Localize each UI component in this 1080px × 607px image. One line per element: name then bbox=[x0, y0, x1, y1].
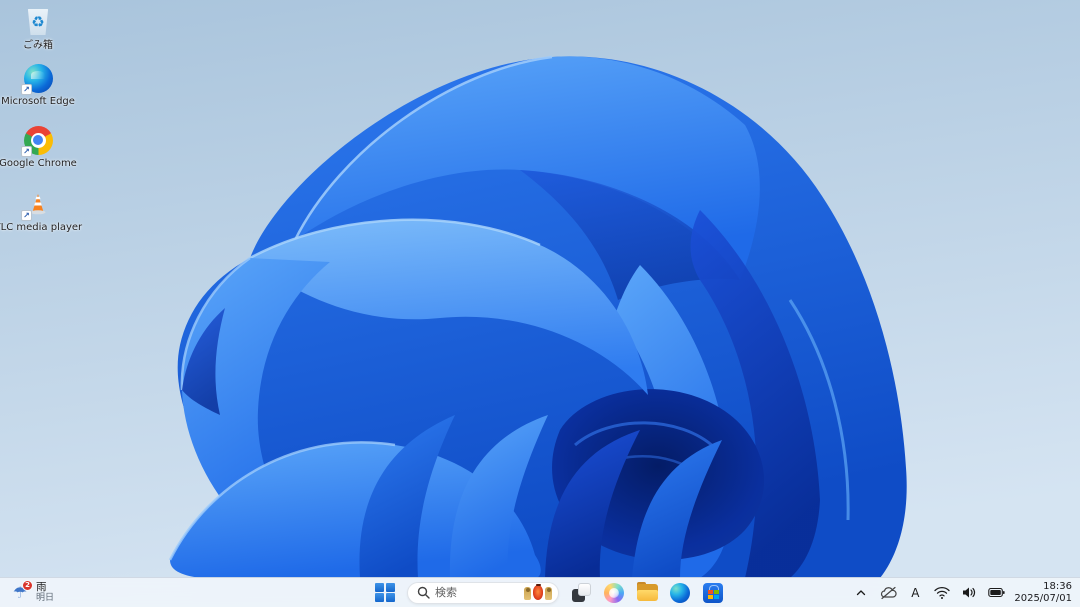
desktop-icon-vlc[interactable]: ↗ VLC media player bbox=[0, 188, 82, 233]
desktop-icon-label: VLC media player bbox=[0, 222, 83, 233]
search-input[interactable] bbox=[435, 586, 509, 599]
search-highlights-image[interactable] bbox=[524, 584, 552, 600]
desktop-icon-label: Google Chrome bbox=[0, 158, 77, 169]
chrome-icon: ↗ bbox=[21, 124, 54, 157]
weather-day: 明日 bbox=[36, 593, 55, 603]
hidden-icons-chevron[interactable] bbox=[852, 584, 870, 602]
ime-mode-letter: A bbox=[911, 585, 920, 600]
file-explorer-button[interactable] bbox=[636, 582, 658, 604]
shortcut-arrow-icon: ↗ bbox=[21, 210, 32, 221]
search-box[interactable] bbox=[407, 581, 559, 604]
volume-status[interactable] bbox=[960, 584, 978, 602]
microsoft-store-button[interactable] bbox=[702, 582, 724, 604]
clock[interactable]: 18:36 2025/07/01 bbox=[1014, 581, 1076, 604]
folder-icon bbox=[636, 582, 658, 601]
weather-badge: 2 bbox=[22, 579, 33, 591]
desktop-icon-chrome[interactable]: ↗ Google Chrome bbox=[0, 124, 77, 169]
vlc-icon: ↗ bbox=[21, 188, 54, 221]
search-icon bbox=[417, 586, 430, 599]
edge-taskbar-button[interactable] bbox=[669, 582, 691, 604]
weather-condition: 雨 bbox=[36, 581, 47, 593]
edge-icon bbox=[670, 582, 690, 603]
clock-time: 18:36 bbox=[1043, 581, 1072, 592]
speaker-icon bbox=[962, 587, 975, 598]
shortcut-arrow-icon: ↗ bbox=[21, 84, 32, 95]
taskbar: ☂ 2 雨 明日 検索 A 18:36 2025/07/01 bbox=[0, 577, 1080, 607]
onedrive-cloud-slash-icon bbox=[880, 586, 897, 599]
shortcut-arrow-icon: ↗ bbox=[21, 146, 32, 157]
wallpaper-bloom bbox=[0, 0, 1080, 607]
weather-widget[interactable]: ☂ 2 雨 明日 bbox=[10, 578, 54, 607]
desktop-icon-edge[interactable]: ↗ Microsoft Edge bbox=[1, 62, 75, 107]
edge-icon: ↗ bbox=[21, 62, 54, 95]
copilot-icon bbox=[604, 582, 624, 603]
lantern-icon bbox=[533, 584, 543, 600]
task-view-icon bbox=[571, 583, 591, 602]
battery-status[interactable] bbox=[987, 584, 1005, 602]
recycle-bin-icon: ♻ bbox=[22, 6, 54, 38]
battery-icon bbox=[988, 587, 1005, 598]
wifi-status[interactable] bbox=[933, 584, 951, 602]
windows-logo-icon bbox=[375, 582, 395, 603]
clock-date: 2025/07/01 bbox=[1014, 592, 1072, 604]
onedrive-status[interactable] bbox=[879, 584, 897, 602]
wifi-icon bbox=[934, 586, 951, 599]
chevron-up-icon bbox=[857, 589, 866, 595]
copilot-button[interactable] bbox=[603, 582, 625, 604]
desktop-icon-label: Microsoft Edge bbox=[1, 96, 75, 107]
desktop-icon-recycle-bin[interactable]: ♻ ごみ箱 bbox=[2, 6, 74, 51]
ime-mode-indicator[interactable]: A bbox=[906, 584, 924, 602]
desktop-icon-label: ごみ箱 bbox=[23, 40, 53, 51]
store-icon bbox=[703, 582, 723, 603]
task-view-button[interactable] bbox=[570, 582, 592, 604]
doll-icon bbox=[524, 587, 531, 600]
start-button[interactable] bbox=[374, 582, 396, 604]
doll-icon bbox=[545, 587, 552, 600]
